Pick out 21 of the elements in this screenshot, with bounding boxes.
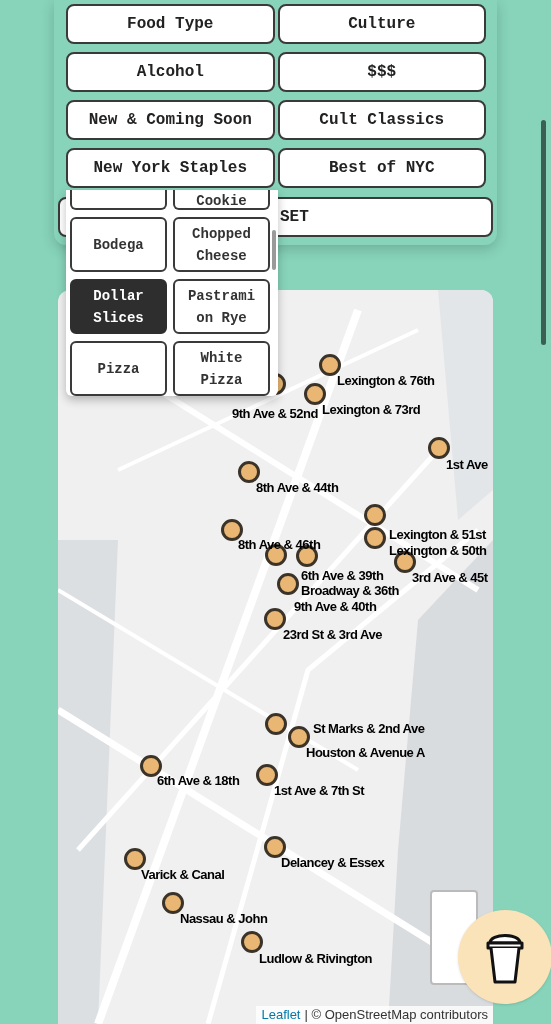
marker-label: Houston & Avenue A — [306, 745, 425, 760]
marker-label: Lexington & 50th — [389, 543, 487, 558]
marker-label: Varick & Canal — [141, 867, 225, 882]
marker-label: 6th Ave & 39th — [301, 568, 384, 583]
marker-label: 3rd Ave & 45t — [412, 570, 488, 585]
marker-label: 23rd St & 3rd Ave — [283, 627, 382, 642]
marker-label: Lexington & 73rd — [322, 402, 421, 417]
attribution-text: | © OpenStreetMap contributors — [304, 1006, 488, 1024]
marker-label: 9th Ave & 52nd — [232, 406, 318, 421]
marker-label: St Marks & 2nd Ave — [313, 721, 425, 736]
marker-label: 1st Ave & 7th St — [274, 783, 364, 798]
marker-label: 8th Ave & 44th — [256, 480, 339, 495]
marker-label: Lexington & 51st — [389, 527, 486, 542]
marker-label: Nassau & John — [180, 911, 268, 926]
marker-label: 6th Ave & 18th — [157, 773, 240, 788]
marker-label: Ludlow & Rivington — [259, 951, 373, 966]
marker-label: 9th Ave & 40th — [294, 599, 377, 614]
marker-label: Broadway & 36th — [301, 583, 399, 598]
marker-label: 1st Ave — [446, 457, 488, 472]
marker-label: Lexington & 76th — [337, 373, 435, 388]
marker-label: Delancey & Essex — [281, 855, 385, 870]
